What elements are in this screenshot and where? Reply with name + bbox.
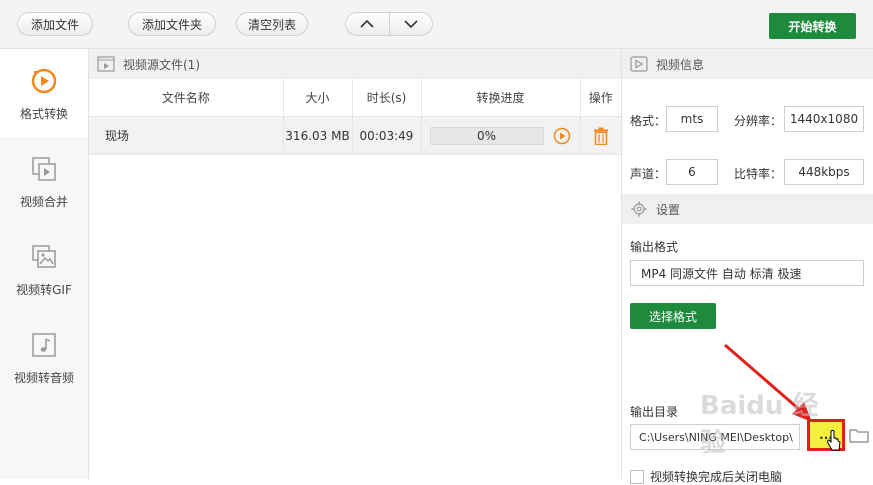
hand-cursor-icon (827, 430, 841, 451)
annotation-arrow (724, 343, 812, 422)
